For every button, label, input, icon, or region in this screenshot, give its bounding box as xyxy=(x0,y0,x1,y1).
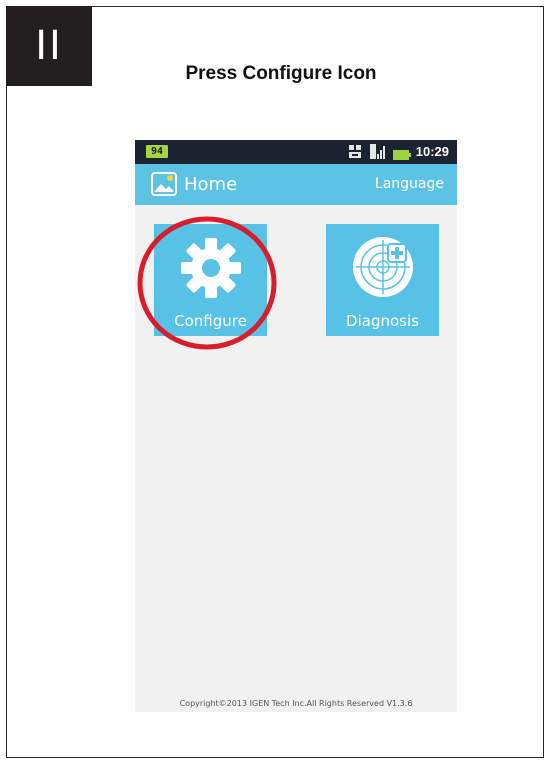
app-title: Home xyxy=(184,174,238,195)
instruction-title: Press Configure Icon xyxy=(185,63,377,84)
configure-label: Configure xyxy=(174,312,247,330)
signal-icon xyxy=(370,144,386,164)
gear-icon xyxy=(154,236,267,300)
target-cross-icon xyxy=(326,234,439,300)
app-bar: Home Language xyxy=(135,164,457,205)
status-time: 10:29 xyxy=(415,144,449,159)
phone-screenshot: 94 10:29 Home Language Configure Diagnos… xyxy=(135,140,457,712)
diagnosis-label: Diagnosis xyxy=(346,312,419,330)
diagnosis-tile[interactable]: Diagnosis xyxy=(326,224,439,336)
battery-icon xyxy=(393,147,411,165)
usb-debug-icon xyxy=(348,144,362,164)
status-bar: 94 10:29 xyxy=(135,140,457,164)
picture-icon[interactable] xyxy=(151,172,177,201)
language-button[interactable]: Language xyxy=(375,176,444,192)
copyright-text: Copyright©2013 IGEN Tech Inc.All Rights … xyxy=(179,699,413,708)
battery-badge: 94 xyxy=(146,145,168,158)
configure-tile[interactable]: Configure xyxy=(154,224,267,336)
